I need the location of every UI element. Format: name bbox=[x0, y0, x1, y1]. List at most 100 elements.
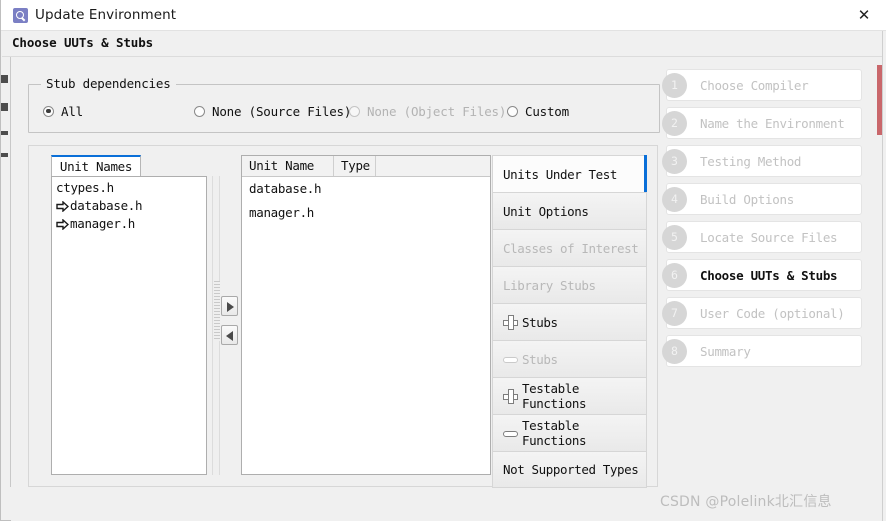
step-number: 2 bbox=[662, 111, 687, 136]
left-edge-sliver bbox=[1, 57, 11, 487]
step-number: 7 bbox=[662, 301, 687, 326]
radio-all-label: All bbox=[61, 103, 83, 119]
radio-custom-label: Custom bbox=[525, 103, 569, 119]
add-unit-button[interactable] bbox=[221, 296, 238, 316]
close-button[interactable]: ✕ bbox=[841, 0, 886, 30]
column-header-unit-name[interactable]: Unit Name bbox=[242, 156, 334, 176]
action-remove-stubs: Stubs bbox=[492, 340, 647, 377]
unit-names-list[interactable]: ctypes.h database.h manager.h bbox=[51, 176, 207, 475]
watermark: CSDN @Polelink北汇信息 bbox=[660, 494, 832, 510]
step-build-options[interactable]: 4 Build Options bbox=[662, 183, 862, 215]
tab-unit-names[interactable]: Unit Names bbox=[51, 155, 141, 177]
radio-none-source-files-label: None (Source Files) bbox=[212, 103, 352, 119]
radio-dot-icon bbox=[507, 105, 518, 117]
radio-all[interactable]: All bbox=[43, 102, 83, 120]
unit-name-label: ctypes.h bbox=[56, 180, 114, 195]
radio-custom[interactable]: Custom bbox=[507, 102, 569, 120]
update-environment-window: Update Environment ✕ Choose UUTs & Stubs… bbox=[0, 0, 886, 521]
action-unit-options[interactable]: Unit Options bbox=[492, 192, 647, 229]
step-number: 6 bbox=[662, 263, 687, 288]
radio-dot-icon bbox=[194, 105, 205, 117]
step-number: 1 bbox=[662, 73, 687, 98]
action-label: Stubs bbox=[522, 314, 558, 330]
action-add-testable-functions[interactable]: Testable Functions bbox=[492, 377, 647, 414]
action-label: Unit Options bbox=[503, 203, 589, 219]
action-units-under-test[interactable]: Units Under Test bbox=[492, 155, 647, 192]
list-item[interactable]: ctypes.h bbox=[52, 179, 206, 197]
plus-icon bbox=[503, 388, 518, 404]
step-label: Choose UUTs & Stubs bbox=[700, 267, 838, 283]
action-label: Testable Functions bbox=[522, 381, 587, 411]
step-number: 3 bbox=[662, 149, 687, 174]
action-library-stubs: Library Stubs bbox=[492, 266, 647, 303]
right-arrow-icon bbox=[56, 218, 69, 230]
action-label: Stubs bbox=[522, 351, 558, 367]
step-label: Choose Compiler bbox=[700, 77, 809, 93]
close-icon: ✕ bbox=[857, 6, 871, 24]
step-label: Build Options bbox=[700, 191, 794, 207]
window-right-edge bbox=[882, 31, 886, 521]
step-choose-compiler[interactable]: 1 Choose Compiler bbox=[662, 69, 862, 101]
unit-name-label: manager.h bbox=[70, 216, 136, 231]
step-label: Testing Method bbox=[700, 153, 802, 169]
step-label: Locate Source Files bbox=[700, 229, 838, 245]
list-item[interactable]: manager.h bbox=[52, 215, 206, 233]
action-not-supported-types[interactable]: Not Supported Types bbox=[492, 451, 647, 488]
step-choose-uuts-and-stubs[interactable]: 6 Choose UUTs & Stubs bbox=[662, 259, 862, 291]
column-header-blank[interactable] bbox=[376, 156, 490, 176]
right-arrow-icon bbox=[56, 200, 69, 212]
step-testing-method[interactable]: 3 Testing Method bbox=[662, 145, 862, 177]
step-name-the-environment[interactable]: 2 Name the Environment bbox=[662, 107, 862, 139]
title-bar: Update Environment ✕ bbox=[1, 0, 886, 31]
action-remove-testable-functions[interactable]: Testable Functions bbox=[492, 414, 647, 451]
action-add-stubs[interactable]: Stubs bbox=[492, 303, 647, 340]
window-title: Update Environment bbox=[35, 7, 177, 23]
action-label: Testable Functions bbox=[522, 418, 587, 448]
breadcrumb: Choose UUTs & Stubs bbox=[12, 35, 154, 50]
action-button-list: Units Under Test Unit Options Classes of… bbox=[492, 155, 647, 488]
minus-icon bbox=[503, 352, 518, 367]
step-locate-source-files[interactable]: 5 Locate Source Files bbox=[662, 221, 862, 253]
left-triangle-icon bbox=[226, 330, 233, 341]
minus-icon bbox=[503, 426, 518, 441]
radio-dot-icon bbox=[349, 105, 360, 117]
main-content: Stub dependencies All None (Source Files… bbox=[11, 57, 886, 521]
step-summary[interactable]: 8 Summary bbox=[662, 335, 862, 367]
radio-none-source-files[interactable]: None (Source Files) bbox=[194, 102, 351, 120]
action-label: Classes of Interest bbox=[503, 240, 639, 256]
right-triangle-icon bbox=[227, 301, 234, 312]
step-number: 8 bbox=[662, 339, 687, 364]
stub-dependencies-group: Stub dependencies All None (Source Files… bbox=[28, 76, 660, 133]
action-classes-of-interest: Classes of Interest bbox=[492, 229, 647, 266]
transfer-splitter bbox=[210, 176, 240, 475]
search-icon bbox=[13, 8, 28, 23]
list-item[interactable]: database.h bbox=[52, 197, 206, 215]
stub-dependencies-options: All None (Source Files) None (Object Fil… bbox=[29, 102, 659, 124]
step-number: 4 bbox=[662, 187, 687, 212]
uut-selection-panel: Unit Names ctypes.h database.h manager.h… bbox=[28, 145, 658, 488]
column-header-type[interactable]: Type bbox=[334, 156, 376, 176]
scrollbar-marker-strip bbox=[877, 65, 882, 135]
wizard-step-nav: 1 Choose Compiler 2 Name the Environment… bbox=[662, 69, 866, 373]
units-under-test-table[interactable]: Unit Name Type database.h manager.h bbox=[241, 155, 491, 475]
table-row[interactable]: database.h bbox=[242, 177, 490, 201]
step-user-code[interactable]: 7 User Code (optional) bbox=[662, 297, 862, 329]
radio-dot-icon bbox=[43, 105, 54, 117]
cell-unit-name: database.h bbox=[249, 181, 322, 196]
step-label: Name the Environment bbox=[700, 115, 845, 131]
plus-icon bbox=[503, 314, 518, 330]
cell-unit-name: manager.h bbox=[249, 205, 315, 220]
step-label: User Code (optional) bbox=[700, 305, 845, 321]
splitter-grip[interactable] bbox=[212, 176, 220, 475]
unit-names-tabstrip: Unit Names bbox=[51, 155, 207, 177]
radio-none-object-files-label: None (Object Files) bbox=[367, 103, 507, 119]
action-label: Units Under Test bbox=[503, 166, 618, 182]
action-label: Library Stubs bbox=[503, 277, 596, 293]
breadcrumb-bar: Choose UUTs & Stubs bbox=[2, 31, 886, 57]
radio-none-object-files: None (Object Files) bbox=[349, 102, 506, 120]
step-number: 5 bbox=[662, 225, 687, 250]
action-label: Not Supported Types bbox=[503, 462, 639, 477]
splitter-grip-lines bbox=[214, 281, 220, 341]
table-row[interactable]: manager.h bbox=[242, 201, 490, 225]
remove-unit-button[interactable] bbox=[221, 325, 238, 345]
